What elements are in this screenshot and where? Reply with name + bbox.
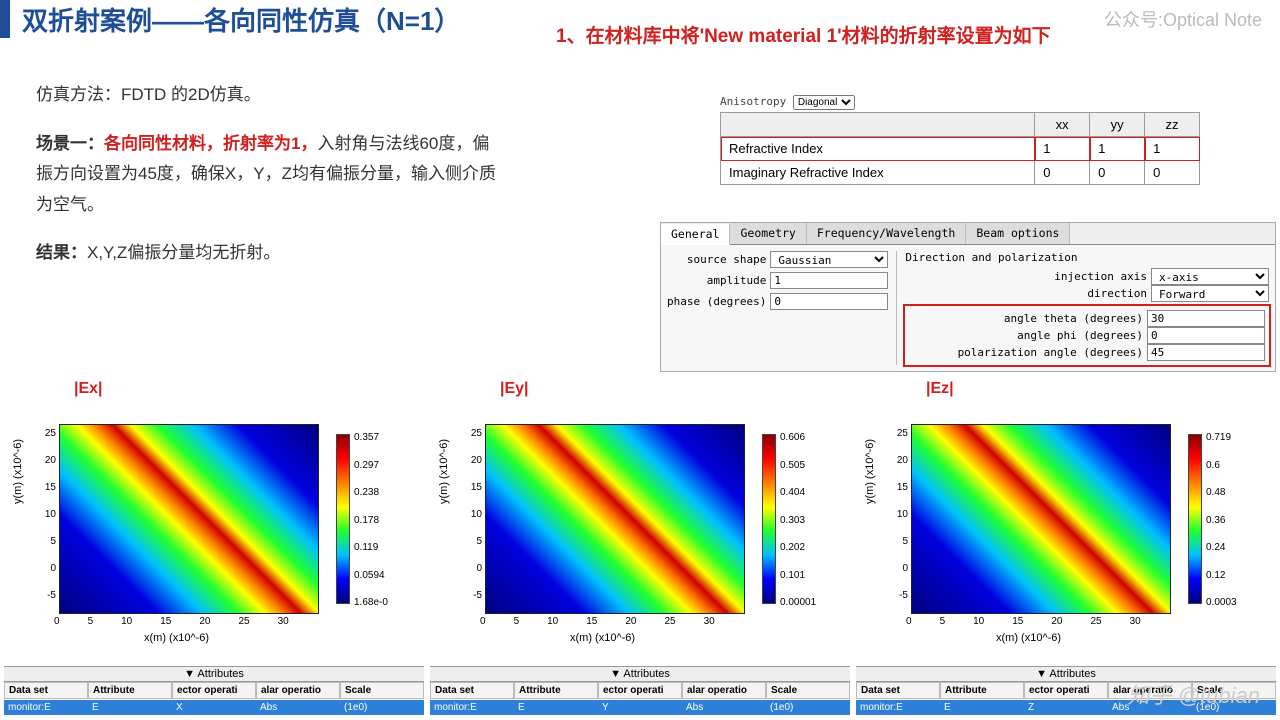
amplitude-input[interactable] — [770, 272, 888, 289]
result-row: 结果：X,Y,Z偏振分量均无折射。 — [36, 238, 496, 269]
iri-zz[interactable]: 0 — [1145, 161, 1200, 185]
col-blank — [721, 113, 1035, 137]
ri-xx[interactable]: 1 — [1035, 137, 1090, 161]
source-right-col: Direction and polarization injection axi… — [896, 251, 1269, 365]
phase-input[interactable] — [770, 293, 888, 310]
ri-label: Refractive Index — [721, 137, 1035, 161]
colorbar — [762, 434, 776, 604]
heatmap-area — [60, 425, 318, 613]
y-axis-label: y(m) (x10^-6) — [864, 439, 876, 504]
anisotropy-row: Anisotropy Diagonal — [720, 95, 1200, 110]
angle-highlight-box: angle theta (degrees) angle phi (degrees… — [905, 306, 1269, 365]
page-title: 双折射案例——各向同性仿真（N=1） — [22, 1, 460, 38]
injection-axis-label: injection axis — [1054, 270, 1147, 283]
source-shape-select[interactable]: Gaussian — [770, 251, 888, 268]
theta-input[interactable] — [1147, 310, 1265, 327]
chart-title: |Ez| — [926, 380, 954, 398]
colorbar — [1188, 434, 1202, 604]
ri-yy[interactable]: 1 — [1090, 137, 1145, 161]
anisotropy-label: Anisotropy — [720, 95, 786, 108]
attr-data-row[interactable]: monitor:EEYAbs(1e0) — [430, 700, 850, 715]
source-shape-label: source shape — [687, 253, 766, 266]
attr-data-row[interactable]: monitor:EEXAbs(1e0) — [4, 700, 424, 715]
result-label: 结果： — [36, 243, 87, 262]
x-axis-label: x(m) (x10^-6) — [144, 632, 209, 644]
tab-frequency[interactable]: Frequency/Wavelength — [807, 223, 966, 244]
col-yy: yy — [1090, 113, 1145, 137]
scene-label: 场景一： — [36, 134, 104, 153]
sim-method-value: FDTD 的2D仿真。 — [121, 85, 261, 104]
refractive-index-grid: xx yy zz Refractive Index 1 1 1 Imaginar… — [720, 112, 1200, 185]
title-accent — [0, 0, 10, 38]
sim-method-row: 仿真方法：FDTD 的2D仿真。 — [36, 80, 496, 111]
plot-axes[interactable] — [59, 424, 319, 614]
x-ticks: 051015202530 — [480, 616, 715, 627]
iri-yy[interactable]: 0 — [1090, 161, 1145, 185]
refractive-index-row: Refractive Index 1 1 1 — [721, 137, 1200, 161]
source-tabs: General Geometry Frequency/Wavelength Be… — [661, 223, 1275, 245]
source-left-col: source shape Gaussian amplitude phase (de… — [667, 251, 888, 365]
phi-label: angle phi (degrees) — [1017, 329, 1143, 342]
phi-input[interactable] — [1147, 327, 1265, 344]
plot-axes[interactable] — [911, 424, 1171, 614]
iri-xx[interactable]: 0 — [1035, 161, 1090, 185]
amplitude-label: amplitude — [707, 274, 767, 287]
attr-columns: Data setAttributeector operatialar opera… — [430, 682, 850, 699]
y-ticks: 2520151050-5 — [888, 420, 908, 609]
y-axis-label: y(m) (x10^-6) — [438, 439, 450, 504]
description-block: 仿真方法：FDTD 的2D仿真。 场景一：各向同性材料，折射率为1，入射角与法线… — [36, 80, 496, 287]
tab-geometry[interactable]: Geometry — [730, 223, 806, 244]
iri-label: Imaginary Refractive Index — [721, 161, 1035, 185]
zhihu-watermark: 知乎 @tubian — [1128, 678, 1260, 710]
colorbar — [336, 434, 350, 604]
material-table: Anisotropy Diagonal xx yy zz Refractive … — [720, 95, 1200, 185]
x-ticks: 051015202530 — [54, 616, 289, 627]
ri-zz[interactable]: 1 — [1145, 137, 1200, 161]
x-axis-label: x(m) (x10^-6) — [996, 632, 1061, 644]
plot-axes[interactable] — [485, 424, 745, 614]
attr-columns: Data setAttributeector operatialar opera… — [4, 682, 424, 699]
attributes-header[interactable]: ▼ Attributes — [4, 666, 424, 682]
scene-red: 各向同性材料，折射率为1， — [104, 134, 317, 153]
chart-title: |Ex| — [74, 380, 103, 398]
heatmap-area — [486, 425, 744, 613]
y-ticks: 2520151050-5 — [36, 420, 56, 609]
imag-ri-row: Imaginary Refractive Index 0 0 0 — [721, 161, 1200, 185]
injection-axis-select[interactable]: x-axis — [1151, 268, 1269, 285]
phase-label: phase (degrees) — [667, 295, 766, 308]
source-settings-panel: General Geometry Frequency/Wavelength Be… — [660, 222, 1276, 372]
chart-title: |Ey| — [500, 380, 529, 398]
anisotropy-select[interactable]: Diagonal — [793, 95, 855, 110]
direction-pol-header: Direction and polarization — [905, 251, 1269, 264]
watermark-text: 公众号:Optical Note — [1104, 6, 1262, 32]
colorbar-ticks: 0.6060.5050.4040.3030.2020.1010.00001 — [780, 432, 816, 608]
y-axis-label: y(m) (x10^-6) — [12, 439, 24, 504]
direction-label: direction — [1087, 287, 1147, 300]
pol-angle-input[interactable] — [1147, 344, 1265, 361]
x-ticks: 051015202530 — [906, 616, 1141, 627]
theta-label: angle theta (degrees) — [1004, 312, 1143, 325]
scene-row: 场景一：各向同性材料，折射率为1，入射角与法线60度，偏振方向设置为45度，确保… — [36, 129, 496, 221]
colorbar-ticks: 0.3570.2970.2380.1780.1190.05941.68e-0 — [354, 432, 388, 608]
col-xx: xx — [1035, 113, 1090, 137]
y-ticks: 2520151050-5 — [462, 420, 482, 609]
attributes-header[interactable]: ▼ Attributes — [430, 666, 850, 682]
tab-beam[interactable]: Beam options — [966, 223, 1070, 244]
col-zz: zz — [1145, 113, 1200, 137]
sim-method-label: 仿真方法： — [36, 85, 121, 104]
pol-angle-label: polarization angle (degrees) — [958, 346, 1143, 359]
tab-general[interactable]: General — [661, 224, 730, 245]
red-instruction: 1、在材料库中将'New material 1'材料的折射率设置为如下 — [556, 24, 1051, 51]
result-value: X,Y,Z偏振分量均无折射。 — [87, 243, 280, 262]
colorbar-ticks: 0.7190.60.480.360.240.120.0003 — [1206, 432, 1237, 608]
heatmap-area — [912, 425, 1170, 613]
direction-select[interactable]: Forward — [1151, 285, 1269, 302]
x-axis-label: x(m) (x10^-6) — [570, 632, 635, 644]
